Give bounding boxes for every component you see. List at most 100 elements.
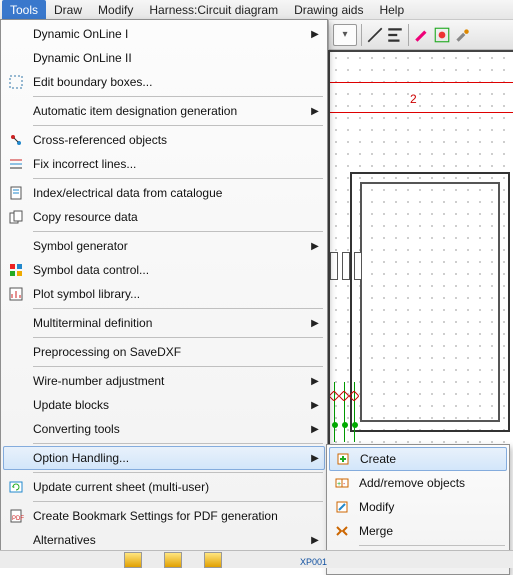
statusbar-icon[interactable] — [204, 552, 222, 568]
pdf-icon: PDF — [8, 508, 24, 524]
status-ref: XP001 — [300, 557, 327, 567]
menuitem-converting-tools[interactable]: Converting tools▶ — [3, 417, 325, 441]
menuitem-label: Cross-referenced objects — [29, 133, 309, 147]
menuitem-help[interactable]: Help — [371, 0, 412, 19]
menu-separator — [33, 501, 323, 502]
menuitem-harness-circuit-diagram[interactable]: Harness:Circuit diagram — [141, 0, 286, 19]
menu-separator — [33, 366, 323, 367]
submenuitem-label: Modify — [355, 500, 507, 514]
menuitem-label: Index/electrical data from catalogue — [29, 186, 309, 200]
menuitem-symbol-data-control[interactable]: Symbol data control... — [3, 258, 325, 282]
status-bar — [0, 550, 513, 568]
menuitem-index-electrical-data-from-catalogue[interactable]: Index/electrical data from catalogue — [3, 181, 325, 205]
bus-rect-inner — [360, 182, 500, 422]
menuitem-label: Converting tools — [29, 422, 309, 436]
menuitem-label: Edit boundary boxes... — [29, 75, 309, 89]
submenuitem-create[interactable]: Create — [329, 447, 507, 471]
menuitem-automatic-item-designation-generation[interactable]: Automatic item designation generation▶ — [3, 99, 325, 123]
menuitem-drawing-aids[interactable]: Drawing aids — [286, 0, 371, 19]
menuitem-label: Dynamic OnLine I — [29, 27, 309, 41]
highlight-tool-icon[interactable] — [413, 26, 431, 44]
statusbar-icon[interactable] — [124, 552, 142, 568]
create-icon — [335, 451, 351, 467]
menuitem-update-blocks[interactable]: Update blocks▶ — [3, 393, 325, 417]
menu-separator — [33, 308, 323, 309]
align-tool-icon[interactable] — [386, 26, 404, 44]
submenuitem-label: Merge — [355, 524, 507, 538]
menu-separator — [33, 443, 323, 444]
svg-text:+: + — [337, 481, 341, 488]
toolbar-separator — [408, 24, 409, 46]
menuitem-fix-incorrect-lines[interactable]: Fix incorrect lines... — [3, 152, 325, 176]
menuitem-label: Update blocks — [29, 398, 309, 412]
updatesheet-icon — [8, 479, 24, 495]
submenu-arrow-icon: ▶ — [309, 376, 321, 387]
schematic-symbols — [330, 382, 370, 442]
color-tool-icon[interactable] — [433, 26, 451, 44]
plotlib-icon — [8, 286, 24, 302]
submenu-arrow-icon: ▶ — [309, 424, 321, 435]
menuitem-label: Create Bookmark Settings for PDF generat… — [29, 509, 309, 523]
menuitem-create-bookmark-settings-for-pdf-generation[interactable]: PDF Create Bookmark Settings for PDF gene… — [3, 504, 325, 528]
catalog-icon — [8, 185, 24, 201]
submenu-arrow-icon: ▶ — [309, 29, 321, 40]
menuitem-preprocessing-on-savedxf[interactable]: Preprocessing on SaveDXF — [3, 340, 325, 364]
menuitem-multiterminal-definition[interactable]: Multiterminal definition▶ — [3, 311, 325, 335]
menuitem-copy-resource-data[interactable]: Copy resource data — [3, 205, 325, 229]
toolbar: ▾ — [328, 20, 513, 50]
menubar: ToolsDrawModifyHarness:Circuit diagramDr… — [0, 0, 513, 20]
menuitem-plot-symbol-library[interactable]: Plot symbol library... — [3, 282, 325, 306]
svg-text:PDF: PDF — [12, 516, 24, 522]
submenuitem-merge[interactable]: Merge — [329, 519, 507, 543]
menu-separator — [33, 472, 323, 473]
menuitem-label: Symbol data control... — [29, 263, 309, 277]
submenuitem-modify[interactable]: Modify — [329, 495, 507, 519]
menu-separator — [33, 178, 323, 179]
menuitem-dynamic-online-ii[interactable]: Dynamic OnLine II — [3, 46, 325, 70]
menuitem-wire-number-adjustment[interactable]: Wire-number adjustment▶ — [3, 369, 325, 393]
statusbar-icon[interactable] — [164, 552, 182, 568]
modify-icon — [334, 499, 350, 515]
menu-separator — [33, 231, 323, 232]
submenu-arrow-icon: ▶ — [309, 400, 321, 411]
menuitem-label: Dynamic OnLine II — [29, 51, 309, 65]
brush-tool-icon[interactable] — [453, 26, 471, 44]
menuitem-label: Fix incorrect lines... — [29, 157, 309, 171]
submenu-arrow-icon: ▶ — [309, 453, 321, 464]
submenu-arrow-icon: ▶ — [309, 241, 321, 252]
submenuitem-label: Add/remove objects — [355, 476, 507, 490]
menuitem-label: Alternatives — [29, 533, 309, 547]
menu-separator — [33, 125, 323, 126]
menuitem-edit-boundary-boxes[interactable]: Edit boundary boxes... — [3, 70, 325, 94]
toolbar-separator — [361, 24, 362, 46]
menuitem-update-current-sheet-multi-user[interactable]: Update current sheet (multi-user) — [3, 475, 325, 499]
addremove-icon: +- — [334, 475, 350, 491]
menuitem-draw[interactable]: Draw — [46, 0, 90, 19]
submenu-arrow-icon: ▶ — [309, 106, 321, 117]
submenu-separator — [359, 545, 505, 546]
submenu-arrow-icon: ▶ — [309, 318, 321, 329]
menu-separator — [33, 337, 323, 338]
terminal-block — [330, 252, 362, 280]
menuitem-label: Plot symbol library... — [29, 287, 309, 301]
ruler-marker: 2 — [410, 92, 417, 106]
submenu-arrow-icon: ▶ — [309, 535, 321, 546]
submenuitem-label: Create — [356, 452, 506, 466]
menuitem-symbol-generator[interactable]: Symbol generator▶ — [3, 234, 325, 258]
menuitem-cross-referenced-objects[interactable]: Cross-referenced objects — [3, 128, 325, 152]
merge-icon — [334, 523, 350, 539]
menuitem-label: Symbol generator — [29, 239, 309, 253]
menuitem-label: Update current sheet (multi-user) — [29, 480, 309, 494]
menu-separator — [33, 96, 323, 97]
menuitem-label: Multiterminal definition — [29, 316, 309, 330]
menuitem-dynamic-online-i[interactable]: Dynamic OnLine I▶ — [3, 22, 325, 46]
line-tool-icon[interactable] — [366, 26, 384, 44]
menuitem-alternatives[interactable]: Alternatives▶ — [3, 528, 325, 552]
menuitem-label: Wire-number adjustment — [29, 374, 309, 388]
menuitem-modify[interactable]: Modify — [90, 0, 141, 19]
menuitem-option-handling[interactable]: Option Handling...▶ — [3, 446, 325, 470]
symctrl-icon — [8, 262, 24, 278]
toolbar-dropdown[interactable]: ▾ — [333, 24, 357, 46]
menuitem-tools[interactable]: Tools — [2, 0, 46, 19]
submenuitem-add-remove-objects[interactable]: +- Add/remove objects — [329, 471, 507, 495]
